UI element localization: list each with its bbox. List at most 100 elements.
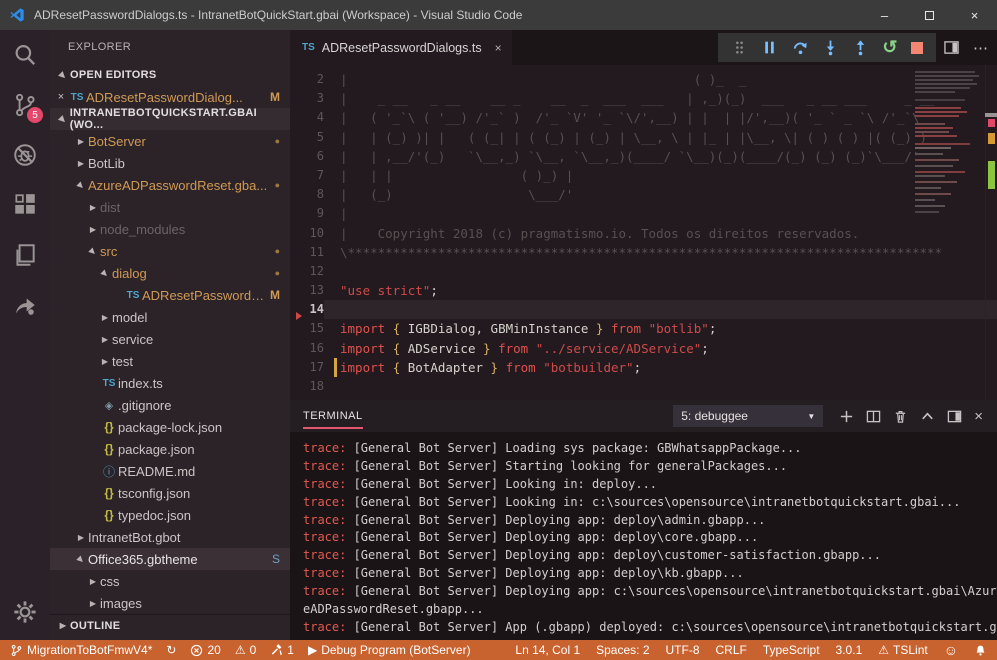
warning-icon: ⚠ (235, 644, 246, 656)
tree-item-src[interactable]: ▶src● (50, 240, 290, 262)
chevron-expanded-icon: ▶ (55, 111, 71, 127)
status-ln-14-col-1[interactable]: Ln 14, Col 1 (515, 643, 580, 657)
tree-item-css[interactable]: ▶css (50, 570, 290, 592)
tree-item-test[interactable]: ▶test (50, 350, 290, 372)
tree-item-typedoc-json[interactable]: {}typedoc.json (50, 504, 290, 526)
chevron-collapsed-icon: ▶ (86, 577, 100, 586)
tree-item-gitignore[interactable]: ◈.gitignore (50, 394, 290, 416)
terminal-select[interactable]: 5: debuggee ▼ (673, 405, 823, 427)
close-icon[interactable]: × (54, 91, 68, 103)
code-line-15[interactable]: 15import { IGBDialog, GBMinInstance } fr… (290, 319, 997, 338)
terminal-output[interactable]: trace: [General Bot Server] Loading sys … (303, 440, 993, 637)
maximize-panel-icon[interactable] (920, 409, 935, 424)
workspace-header[interactable]: ▶ INTRANETBOTQUICKSTART.GBAI (WO... (50, 108, 290, 130)
status-typescript[interactable]: TypeScript (763, 643, 820, 657)
code-line-17[interactable]: 17import { BotAdapter } from "botbuilder… (290, 358, 997, 377)
tree-item-office365-gbtheme[interactable]: ▶Office365.gbthemeS (50, 548, 290, 570)
editor-tab[interactable]: TS ADResetPasswordDialogs.ts × (290, 30, 512, 65)
terminal-line: trace: [General Bot Server] App (.gbapp)… (303, 619, 993, 637)
code-line-18[interactable]: 18 (290, 377, 997, 396)
step-out-icon[interactable] (852, 39, 869, 56)
status-crlf[interactable]: CRLF (716, 643, 747, 657)
step-into-icon[interactable] (822, 39, 839, 56)
open-editors-header[interactable]: ▶ OPEN EDITORS (50, 64, 290, 86)
tree-item-tsconfig-json[interactable]: {}tsconfig.json (50, 482, 290, 504)
code-line-2[interactable]: 2| ( )_ _ (290, 70, 997, 89)
tree-item-package-json[interactable]: {}package.json (50, 438, 290, 460)
status-debug-program-botserver[interactable]: ▶Debug Program (BotServer) (308, 643, 471, 657)
tree-item-dist[interactable]: ▶dist (50, 196, 290, 218)
vscode-window: ADResetPasswordDialogs.ts - IntranetBotQ… (0, 0, 997, 660)
status-1[interactable]: 1 (270, 643, 294, 657)
stop-icon[interactable] (911, 42, 923, 54)
code-line-7[interactable]: 7| | | ( )_) | (290, 166, 997, 185)
more-actions-icon[interactable]: ⋯ (973, 39, 989, 57)
step-over-icon[interactable] (792, 39, 809, 56)
status-migrationtobotfmwv4[interactable]: MigrationToBotFmwV4* (10, 643, 152, 657)
outline-header[interactable]: ▶ OUTLINE (50, 614, 290, 636)
code-line-3[interactable]: 3| _ __ _ __ __ _ __ _ ___ ___ | ,_)(_) … (290, 89, 997, 108)
code-line-10[interactable]: 10| Copyright 2018 (c) pragmatismo.io. T… (290, 224, 997, 243)
tree-item-dialog[interactable]: ▶dialog● (50, 262, 290, 284)
open-editor-item[interactable]: ×TSADResetPasswordDialog...M (50, 86, 290, 108)
tree-item-node-modules[interactable]: ▶node_modules (50, 218, 290, 240)
maximize-button[interactable] (907, 0, 952, 30)
tree-item-readme-md[interactable]: ⓘREADME.md (50, 460, 290, 482)
grip-icon[interactable] (731, 39, 748, 56)
tree-item-intranetbot-gbot[interactable]: ▶IntranetBot.gbot (50, 526, 290, 548)
close-panel-icon[interactable]: × (974, 409, 983, 424)
debug-icon[interactable] (0, 130, 50, 180)
line-number: 11 (290, 243, 324, 262)
status-spaces-2[interactable]: Spaces: 2 (596, 643, 649, 657)
status-tslint[interactable]: ⚠TSLint (878, 643, 927, 657)
status-20[interactable]: 20 (190, 643, 220, 657)
code-line-12[interactable]: 12 (290, 262, 997, 281)
status-3-0-1[interactable]: 3.0.1 (836, 643, 863, 657)
status-0[interactable]: ⚠0 (235, 643, 256, 657)
code-line-13[interactable]: 13"use strict"; (290, 281, 997, 300)
overview-ruler[interactable] (985, 65, 997, 400)
status-smiley[interactable]: ☺ (944, 644, 958, 656)
terminal-tab[interactable]: TERMINAL (303, 404, 363, 429)
code-editor[interactable]: 2| ( )_ _3| _ __ _ __ __ _ __ _ ___ ___ … (290, 65, 997, 400)
status-bell[interactable] (974, 644, 987, 657)
code-line-4[interactable]: 4| ( '_`\ ( '__) /'_` ) /'_ `V' '_ `\/',… (290, 108, 997, 127)
code-line-9[interactable]: 9| (290, 204, 997, 223)
status-sync[interactable]: ↻ (166, 644, 176, 656)
close-button[interactable]: × (952, 0, 997, 30)
restart-icon[interactable]: ↺ (882, 39, 897, 56)
code-line-8[interactable]: 8| (_) \___/' (290, 185, 997, 204)
source-control-icon[interactable]: 5 (0, 80, 50, 130)
tree-item-package-lock-json[interactable]: {}package-lock.json (50, 416, 290, 438)
search-icon[interactable] (0, 30, 50, 80)
tab-close-icon[interactable]: × (495, 41, 502, 55)
share-icon[interactable] (0, 280, 50, 330)
tree-item-model[interactable]: ▶model (50, 306, 290, 328)
tree-item-botlib[interactable]: ▶BotLib (50, 152, 290, 174)
kill-terminal-icon[interactable] (893, 409, 908, 424)
tree-item-index-ts[interactable]: TSindex.ts (50, 372, 290, 394)
tree-item-azureadpasswordreset-gba[interactable]: ▶AzureADPasswordReset.gba...● (50, 174, 290, 196)
code-line-6[interactable]: 6| | ,__/'(_) `\__,_) `\__, `\__,_)(____… (290, 147, 997, 166)
code-line-14[interactable]: 14 (290, 300, 997, 319)
tree-item-images[interactable]: ▶images (50, 592, 290, 614)
tree-item-botserver[interactable]: ▶BotServer● (50, 130, 290, 152)
minimap[interactable] (911, 65, 985, 400)
split-editor-icon[interactable] (944, 40, 959, 55)
extensions-icon[interactable] (0, 180, 50, 230)
documents-icon[interactable] (0, 230, 50, 280)
debug-current-line-marker (296, 312, 302, 320)
status-utf-8[interactable]: UTF-8 (666, 643, 700, 657)
tree-item-adresetpassworddial[interactable]: TSADResetPasswordDial...M (50, 284, 290, 306)
settings-gear-icon[interactable] (0, 590, 50, 634)
code-line-16[interactable]: 16import { ADService } from "../service/… (290, 339, 997, 358)
tree-item-service[interactable]: ▶service (50, 328, 290, 350)
toggle-panel-icon[interactable] (947, 409, 962, 424)
pause-icon[interactable] (761, 39, 778, 56)
split-terminal-icon[interactable] (866, 409, 881, 424)
new-terminal-icon[interactable] (839, 409, 854, 424)
code-line-11[interactable]: 11\*************************************… (290, 243, 997, 262)
chevron-collapsed-icon: ▶ (56, 621, 70, 630)
minimize-button[interactable]: – (862, 0, 907, 30)
code-line-5[interactable]: 5| | (_) )| | ( (_| | ( (_) | (_) | \__,… (290, 128, 997, 147)
